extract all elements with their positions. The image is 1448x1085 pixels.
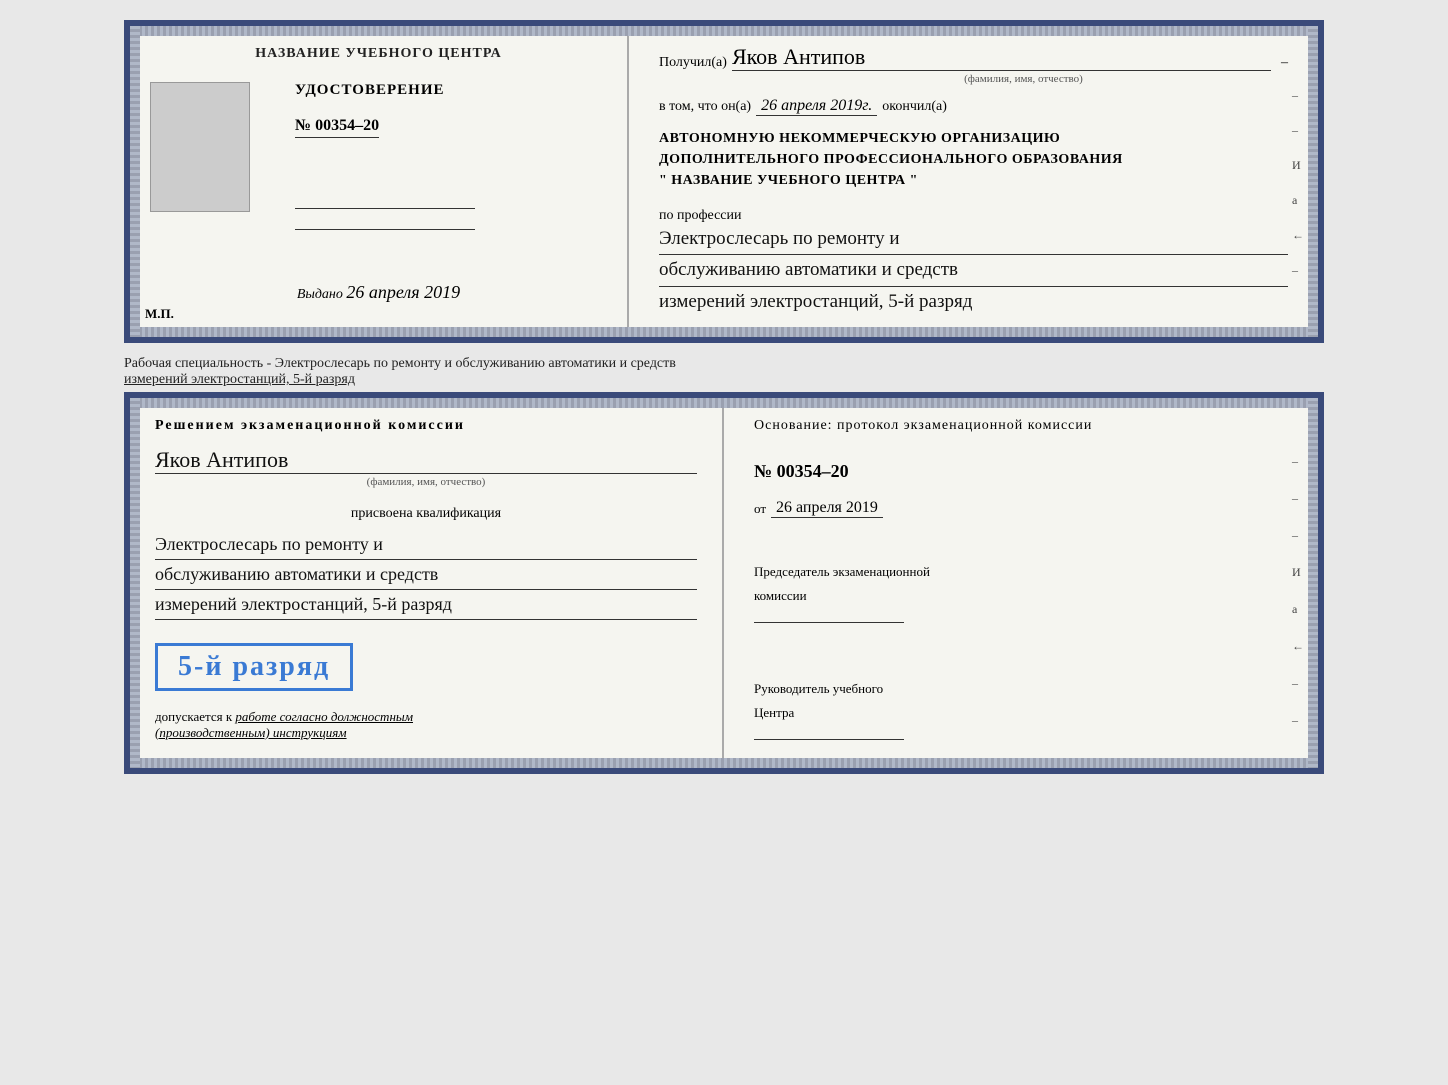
side-label-4: а [1292,193,1304,208]
specialty-text-block: Рабочая специальность - Электрослесарь п… [124,348,1324,392]
recipient-name: Яков Антипов [732,44,1271,71]
ot-label: от [754,501,766,517]
profession-block: по профессии Электрослесарь по ремонту и… [659,203,1288,317]
allowed-italic1: работе согласно должностным [235,709,413,724]
org-line1: АВТОНОМНУЮ НЕКОММЕРЧЕСКУЮ ОРГАНИЗАЦИЮ [659,128,1288,149]
side-label-3: И [1292,158,1304,173]
bottom-border-pattern [130,327,1318,337]
bottom-document: Решением экзаменационной комиссии Яков А… [124,392,1324,773]
completion-date: 26 апреля 2019г. [756,97,877,116]
qual-label: присвоена квалификация [155,506,697,522]
btm-side-3: – [1292,528,1304,543]
top-doc-right: Получил(а) Яков Антипов – (фамилия, имя,… [629,26,1318,337]
org-block: АВТОНОМНУЮ НЕКОММЕРЧЕСКУЮ ОРГАНИЗАЦИЮ ДО… [659,128,1288,191]
btm-bottom-border [130,758,1318,768]
photo-placeholder [150,82,250,212]
recipient-block: Получил(а) Яков Антипов – (фамилия, имя,… [659,44,1288,85]
mp-label: М.П. [145,306,174,322]
org-line2: ДОПОЛНИТЕЛЬНОГО ПРОФЕССИОНАЛЬНОГО ОБРАЗО… [659,149,1288,170]
protocol-date: 26 апреля 2019 [771,499,883,518]
left-border-pattern [130,26,140,337]
qual-line2: обслуживанию автоматики и средств [155,560,697,590]
person-name: Яков Антипов [155,447,697,474]
side-label-1: – [1292,88,1304,103]
profession-label: по профессии [659,208,1288,224]
top-document: НАЗВАНИЕ УЧЕБНОГО ЦЕНТРА УДОСТОВЕРЕНИЕ №… [124,20,1324,343]
specialty-line1: Рабочая специальность - Электрослесарь п… [124,356,1324,372]
side-label-5: ← [1292,228,1304,243]
specialty-line2: измерений электростанций, 5-й разряд [124,372,1324,388]
qual-line1: Электрослесарь по ремонту и [155,530,697,560]
date-intro: в том, что он(а) [659,99,751,115]
btm-side-6: ← [1292,639,1304,654]
qualification-block: Электрослесарь по ремонту и обслуживанию… [155,530,697,619]
bottom-doc-right: Основание: протокол экзаменационной коми… [724,398,1318,767]
recipient-label: Получил(а) [659,55,727,71]
btm-left-border [130,398,140,767]
protocol-date-block: от 26 апреля 2019 [754,499,1288,518]
profession-line2: обслуживанию автоматики и средств [659,255,1288,286]
basis-title: Основание: протокол экзаменационной коми… [754,418,1288,434]
head-signature-line [754,739,904,740]
chairman-label: Председатель экзаменационной комиссии [754,560,1288,630]
rank-badge: 5-й разряд [155,643,353,691]
side-labels-block: – – И а ← – [1292,88,1304,278]
btm-side-1: – [1292,454,1304,469]
date-end: окончил(а) [882,99,947,115]
training-center-header: НАЗВАНИЕ УЧЕБНОГО ЦЕНТРА [255,46,501,62]
side-label-6: – [1292,263,1304,278]
decision-title: Решением экзаменационной комиссии [155,418,697,434]
btm-side-4: И [1292,565,1304,580]
bottom-doc-left: Решением экзаменационной комиссии Яков А… [130,398,724,767]
profession-line3: измерений электростанций, 5-й разряд [659,287,1288,317]
document-container: НАЗВАНИЕ УЧЕБНОГО ЦЕНТРА УДОСТОВЕРЕНИЕ №… [124,20,1324,774]
allowed-italic2: (производственным) инструкциям [155,725,347,740]
head-block: Руководитель учебного Центра [754,662,1288,747]
btm-side-labels-block: – – – И а ← – – – [1292,454,1304,765]
chairman-block: Председатель экзаменационной комиссии [754,545,1288,630]
head-label: Руководитель учебного Центра [754,677,1288,747]
btm-side-8: – [1292,713,1304,728]
fio-subtitle: (фамилия, имя, отчество) [155,476,697,488]
date-block: в том, что он(а) 26 апреля 2019г. окончи… [659,97,1288,116]
btm-top-border [130,398,1318,408]
protocol-number: № 00354–20 [754,461,1288,482]
chairman-signature-line [754,622,904,623]
issued-date: 26 апреля 2019 [346,282,460,302]
top-border-pattern [130,26,1318,36]
qual-line3: измерений электростанций, 5-й разряд [155,590,697,620]
top-doc-left: НАЗВАНИЕ УЧЕБНОГО ЦЕНТРА УДОСТОВЕРЕНИЕ №… [130,26,629,337]
cert-number: № 00354–20 [295,117,379,138]
profession-line1: Электрослесарь по ремонту и [659,224,1288,255]
allowed-label: допускается к [155,709,232,724]
btm-side-5: а [1292,602,1304,617]
org-line3: " НАЗВАНИЕ УЧЕБНОГО ЦЕНТРА " [659,170,1288,191]
rank-block: 5-й разряд [155,638,697,696]
side-label-2: – [1292,123,1304,138]
btm-side-2: – [1292,491,1304,506]
name-block: Яков Антипов (фамилия, имя, отчество) [155,442,697,488]
btm-right-border [1308,398,1318,767]
btm-side-7: – [1292,676,1304,691]
cert-title: УДОСТОВЕРЕНИЕ [295,82,445,99]
recipient-subtitle: (фамилия, имя, отчество) [759,73,1288,85]
right-border-pattern [1308,26,1318,337]
issued-line: Выдано 26 апреля 2019 [297,282,460,303]
allowed-block: допускается к работе согласно должностны… [155,709,697,741]
issued-label: Выдано [297,287,343,302]
